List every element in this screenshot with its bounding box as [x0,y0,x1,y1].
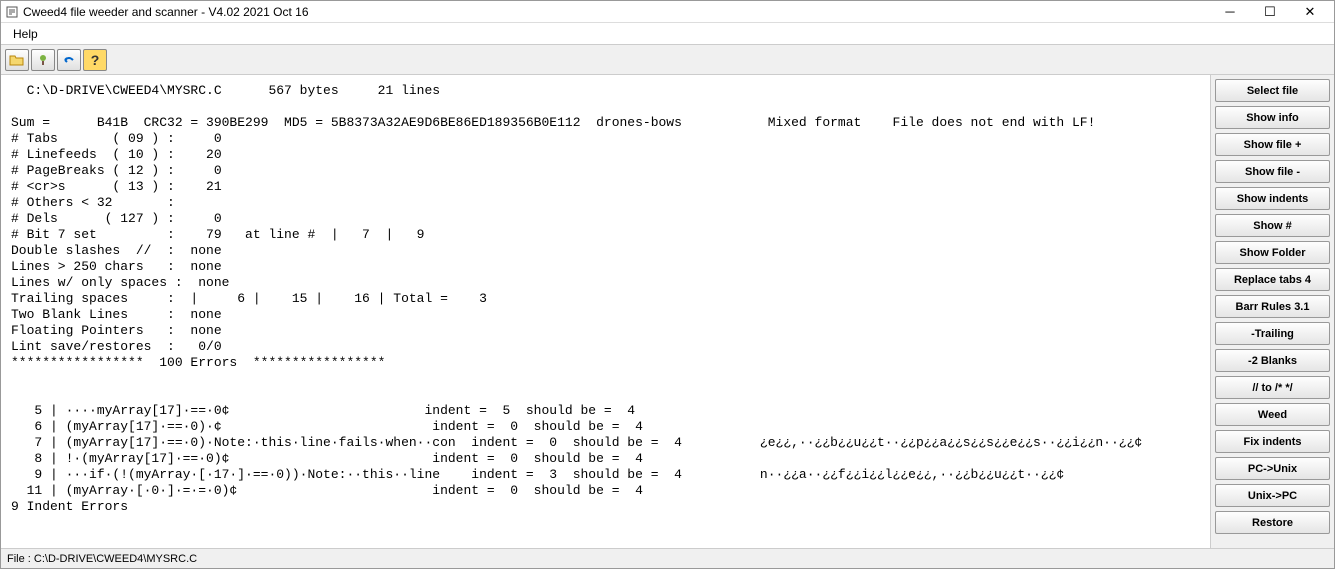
barr-rules-button[interactable]: Barr Rules 3.1 [1215,295,1330,318]
weed-button[interactable]: Weed [1215,403,1330,426]
window-title: Cweed4 file weeder and scanner - V4.02 2… [23,5,1210,19]
open-file-icon[interactable] [5,49,29,71]
two-blanks-button[interactable]: -2 Blanks [1215,349,1330,372]
button-panel: Select file Show info Show file + Show f… [1210,75,1334,548]
tree-icon[interactable] [31,49,55,71]
app-icon [5,5,19,19]
restore-button[interactable]: Restore [1215,511,1330,534]
show-folder-button[interactable]: Show Folder [1215,241,1330,264]
menu-help[interactable]: Help [7,24,44,44]
menubar: Help [1,23,1334,45]
main-area: C:\D-DRIVE\CWEED4\MYSRC.C 567 bytes 21 l… [1,75,1334,548]
show-file-plus-button[interactable]: Show file + [1215,133,1330,156]
minimize-button[interactable]: ─ [1210,1,1250,23]
toolbar: ? [1,45,1334,75]
show-indents-button[interactable]: Show indents [1215,187,1330,210]
select-file-button[interactable]: Select file [1215,79,1330,102]
show-hash-button[interactable]: Show # [1215,214,1330,237]
help-icon[interactable]: ? [83,49,107,71]
replace-tabs-button[interactable]: Replace tabs 4 [1215,268,1330,291]
close-button[interactable]: ✕ [1290,1,1330,23]
fix-indents-button[interactable]: Fix indents [1215,430,1330,453]
pc-unix-button[interactable]: PC->Unix [1215,457,1330,480]
show-info-button[interactable]: Show info [1215,106,1330,129]
statusbar-text: File : C:\D-DRIVE\CWEED4\MYSRC.C [7,553,197,565]
slash-comment-button[interactable]: // to /* */ [1215,376,1330,399]
trailing-button[interactable]: -Trailing [1215,322,1330,345]
content-pane: C:\D-DRIVE\CWEED4\MYSRC.C 567 bytes 21 l… [1,75,1210,548]
window-controls: ─ ☐ ✕ [1210,1,1330,23]
unix-pc-button[interactable]: Unix->PC [1215,484,1330,507]
undo-icon[interactable] [57,49,81,71]
statusbar: File : C:\D-DRIVE\CWEED4\MYSRC.C [1,548,1334,568]
maximize-button[interactable]: ☐ [1250,1,1290,23]
show-file-minus-button[interactable]: Show file - [1215,160,1330,183]
titlebar: Cweed4 file weeder and scanner - V4.02 2… [1,1,1334,23]
